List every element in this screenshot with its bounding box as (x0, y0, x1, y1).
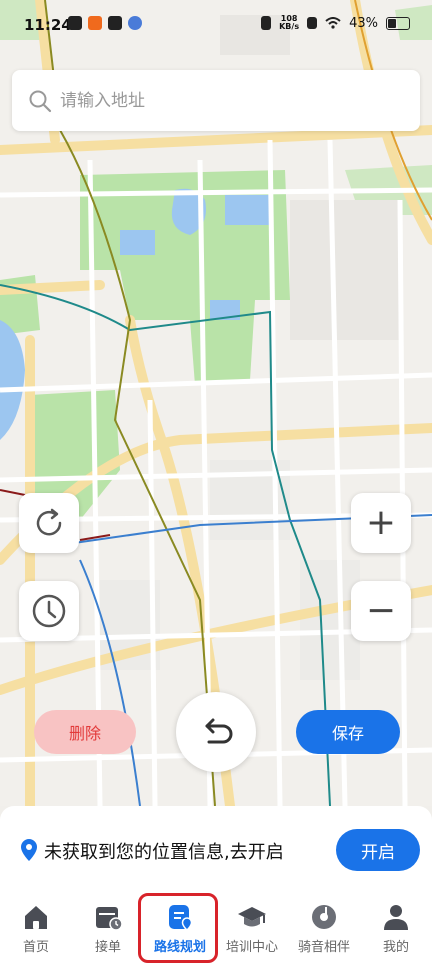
tab-label: 骑音相伴 (297, 940, 350, 955)
tab-label: 接单 (94, 940, 121, 955)
sim-icon (307, 17, 318, 29)
app-notification-icon (128, 16, 142, 30)
tab-mine[interactable]: 我的 (360, 894, 432, 964)
history-button[interactable] (19, 581, 79, 641)
user-icon (384, 905, 408, 930)
location-prompt-text: 未获取到您的位置信息,去开启 (44, 842, 284, 863)
save-button[interactable]: 保存 (296, 710, 400, 754)
location-prompt: 未获取到您的位置信息,去开启 开启 (0, 806, 432, 894)
graduation-cap-icon (238, 907, 266, 927)
notification-icons (68, 16, 142, 30)
plus-icon: + (365, 502, 397, 543)
calendar-icon (96, 907, 123, 931)
mail-icon (108, 16, 122, 30)
refresh-button[interactable] (19, 493, 79, 553)
vibrate-icon (261, 16, 272, 30)
tab-label: 我的 (382, 940, 409, 955)
wifi-icon (325, 17, 341, 29)
location-pin-icon (21, 839, 37, 861)
undo-button[interactable] (176, 692, 256, 772)
app-notification-icon (88, 16, 102, 30)
minus-icon: − (365, 590, 397, 631)
app-notification-icon (68, 16, 82, 30)
battery-percent: 43% (349, 15, 378, 31)
battery-icon (386, 16, 410, 30)
tab-music-companion[interactable]: 骑音相伴 (288, 894, 360, 964)
tab-label: 培训中心 (225, 940, 278, 955)
zoom-in-button[interactable]: + (351, 493, 411, 553)
tab-home[interactable]: 首页 (0, 894, 72, 964)
active-tab-highlight (138, 893, 218, 963)
search-icon (29, 90, 52, 112)
net-speed-unit: KB/s (279, 22, 300, 31)
tab-training-center[interactable]: 培训中心 (216, 894, 288, 964)
net-speed: 108 KB/s (279, 15, 299, 31)
undo-icon (205, 718, 233, 744)
status-time: 11:24 (24, 16, 72, 34)
tab-label: 首页 (22, 940, 49, 955)
tab-orders[interactable]: 接单 (72, 894, 144, 964)
enable-location-button[interactable]: 开启 (336, 829, 420, 871)
music-disc-icon (312, 905, 336, 929)
status-bar: 11:24 108 KB/s 43% (0, 0, 432, 50)
home-icon (25, 906, 47, 929)
clock-icon (32, 594, 66, 628)
delete-button[interactable]: 删除 (34, 710, 136, 754)
status-right: 108 KB/s 43% (261, 15, 410, 31)
refresh-icon (36, 508, 62, 536)
search-box[interactable] (12, 70, 420, 131)
zoom-out-button[interactable]: − (351, 581, 411, 641)
search-input[interactable] (58, 89, 402, 112)
